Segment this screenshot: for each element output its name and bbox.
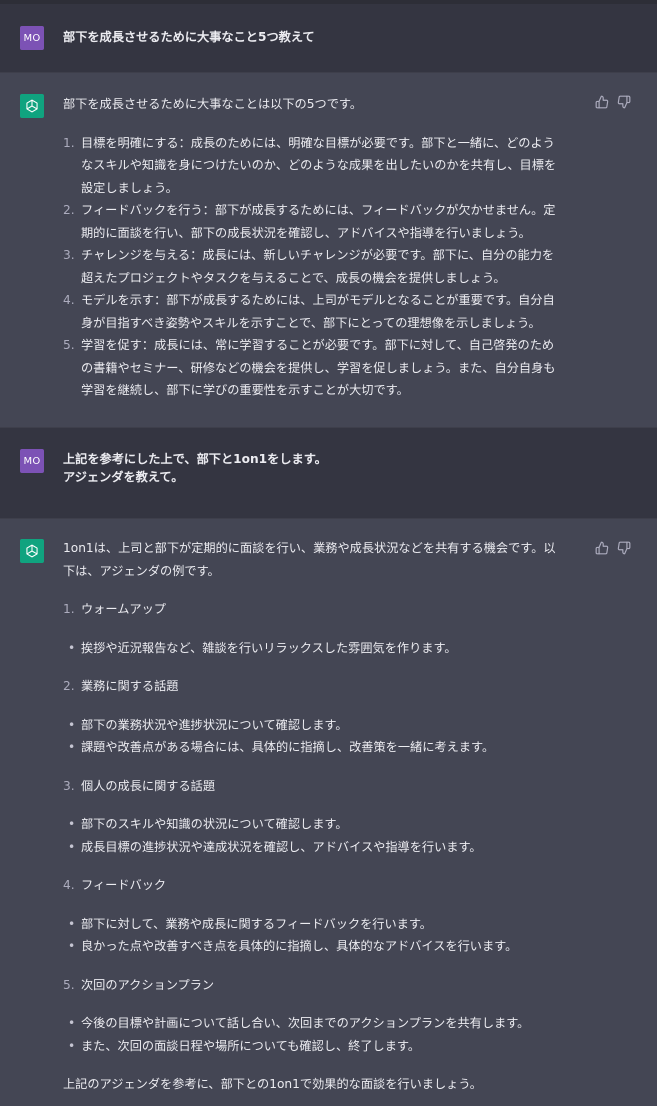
assistant-intro: 部下を成長させるために大事なことは以下の5つです。: [63, 97, 363, 111]
bullet-dot: •: [68, 740, 76, 754]
bullet-text: 良かった点や改善すべき点を具体的に指摘し、具体的なアドバイスを行います。: [81, 939, 518, 953]
bullet-item: • また、次回の面談日程や場所についても確認し、終了します。: [63, 1035, 581, 1058]
bullet-item: • 部下に対して、業務や成長に関するフィードバックを行います。: [63, 913, 581, 936]
list-line: 学習を継続し、部下に学びの重要性を示すことが大切です。: [81, 383, 409, 397]
list-line: チャレンジを与える：成長には、新しいチャレンジが必要です。部下に、自分の能力を: [81, 248, 555, 262]
bullet-text: 今後の目標や計画について話し合い、次回までのアクションプランを共有します。: [81, 1016, 530, 1030]
thumbs-up-icon[interactable]: [595, 95, 609, 109]
user-avatar-initials: MO: [23, 455, 41, 467]
openai-logo-icon: [26, 99, 38, 113]
agenda-section: 5. 次回のアクションプラン • 今後の目標や計画について話し合い、次回までのアク…: [63, 974, 581, 1058]
list-number: 3.: [63, 248, 75, 262]
bullet-item: • 今後の目標や計画について話し合い、次回までのアクションプランを共有します。: [63, 1012, 581, 1035]
section-title-text: 業務に関する話題: [81, 679, 179, 693]
assistant-avatar: [20, 94, 44, 118]
list-line: 期的に面談を行い、部下の成長状況を確認し、アドバイスや指導を行いましょう。: [81, 225, 531, 240]
assistant-intro-line: 1on1は、上司と部下が定期的に面談を行い、業務や成長状況などを共有する機会です…: [63, 541, 556, 555]
feedback-actions: [595, 95, 631, 109]
bullet-dot: •: [68, 1016, 76, 1030]
user-avatar-initials: MO: [23, 32, 41, 44]
user-message-line: アジェンダを教えて。: [63, 470, 184, 484]
user-avatar: MO: [20, 26, 44, 50]
list-item: 5. 学習を促す：成長には、常に学習することが必要です。部下に対して、自己啓発の…: [63, 334, 581, 402]
agenda-section-title: 1. ウォームアップ: [63, 598, 581, 621]
list-item: 4. モデルを示す：部下が成長するためには、上司がモデルとなることが重要です。自…: [63, 289, 581, 334]
assistant-message-2: 1on1は、上司と部下が定期的に面談を行い、業務や成長状況などを共有する機会です…: [0, 518, 657, 1106]
section-title-text: ウォームアップ: [81, 602, 166, 616]
list-number: 4.: [63, 293, 75, 307]
thumbs-down-icon[interactable]: [617, 95, 631, 109]
bullet-item: • 部下のスキルや知識の状況について確認します。: [63, 813, 581, 836]
agenda-section: 2. 業務に関する話題 • 部下の業務状況や進捗状況について確認します。 • 課題や…: [63, 675, 581, 759]
bullet-text: 成長目標の進捗状況や達成状況を確認し、アドバイスや指導を行います。: [81, 839, 482, 854]
list-number: 1.: [63, 602, 75, 616]
bullet-item: • 部下の業務状況や進捗状況について確認します。: [63, 714, 581, 737]
thumbs-up-icon[interactable]: [595, 541, 609, 555]
bullet-text: 課題や改善点がある場合には、具体的に指摘し、改善策を一緒に考えます。: [81, 740, 495, 754]
assistant-closing: 上記のアジェンダを参考に、部下との1on1で効果的な面談を行いましょう。: [63, 1077, 482, 1091]
section-title-text: 個人の成長に関する話題: [81, 778, 216, 793]
bullet-text: 挨拶や近況報告など、雑談を行いリラックスした雰囲気を作ります。: [81, 640, 457, 655]
list-number: 3.: [63, 778, 75, 793]
bullet-text: 部下に対して、業務や成長に関するフィードバックを行います。: [81, 916, 432, 931]
numbered-list: 1. 目標を明確にする：成長のためには、明確な目標が必要です。部下と一緒に、どの…: [63, 132, 581, 402]
list-number: 4.: [63, 878, 75, 892]
agenda-section-title: 3. 個人の成長に関する話題: [63, 775, 581, 798]
agenda-section: 3. 個人の成長に関する話題 • 部下のスキルや知識の状況について確認します。 •…: [63, 775, 581, 859]
list-line: の書籍やセミナー、研修などの機会を提供し、学習を促しましょう。また、自分自身も: [81, 360, 556, 375]
agenda-section-title: 2. 業務に関する話題: [63, 675, 581, 698]
thumbs-down-icon[interactable]: [617, 541, 631, 555]
agenda-section: 1. ウォームアップ • 挨拶や近況報告など、雑談を行いリラックスした雰囲気を作り…: [63, 598, 581, 659]
user-message-2: MO 上記を参考にした上で、部下と1on1をします。 アジェンダを教えて。: [0, 428, 657, 518]
assistant-avatar: [20, 539, 44, 563]
list-number: 2.: [63, 203, 75, 217]
user-message-1: MO 部下を成長させるために大事なこと5つ教えて: [0, 4, 657, 72]
user-message-line: 上記を参考にした上で、部下と1on1をします。: [63, 452, 327, 466]
list-line: 目標を明確にする：成長のためには、明確な目標が必要です。部下と一緒に、どのよう: [81, 135, 555, 150]
bullet-dot: •: [68, 939, 76, 953]
agenda-section-title: 5. 次回のアクションプラン: [63, 974, 581, 997]
section-title-text: 次回のアクションプラン: [81, 977, 215, 992]
bullet-dot: •: [68, 817, 76, 831]
list-number: 5.: [63, 977, 75, 992]
bullet-item: • 課題や改善点がある場合には、具体的に指摘し、改善策を一緒に考えます。: [63, 736, 581, 759]
bullet-item: • 良かった点や改善すべき点を具体的に指摘し、具体的なアドバイスを行います。: [63, 935, 581, 958]
bullet-text: 部下のスキルや知識の状況について確認します。: [81, 817, 348, 831]
list-line: 身が目指すべき姿勢やスキルを示すことで、部下にとっての理想像を示しましょう。: [81, 315, 541, 330]
bullet-text: また、次回の面談日程や場所についても確認し、終了します。: [81, 1038, 421, 1053]
openai-logo-icon: [26, 544, 38, 558]
user-avatar: MO: [20, 449, 44, 473]
list-item: 2. フィードバックを行う：部下が成長するためには、フィードバックが欠かせません…: [63, 199, 581, 244]
list-line: モデルを示す：部下が成長するためには、上司がモデルとなることが重要です。自分自: [81, 293, 555, 307]
section-title-text: フィードバック: [81, 878, 167, 892]
bullet-item: • 成長目標の進捗状況や達成状況を確認し、アドバイスや指導を行います。: [63, 836, 581, 859]
bullet-dot: •: [68, 717, 76, 732]
agenda-section: 4. フィードバック • 部下に対して、業務や成長に関するフィードバックを行います…: [63, 874, 581, 958]
bullet-text: 部下の業務状況や進捗状況について確認します。: [81, 717, 348, 732]
list-line: 設定しましょう。: [81, 180, 178, 195]
agenda-section-title: 4. フィードバック: [63, 874, 581, 897]
list-line: 超えたプロジェクトやタスクを与えることで、成長の機会を提供しましょう。: [81, 270, 506, 285]
list-item: 3. チャレンジを与える：成長には、新しいチャレンジが必要です。部下に、自分の能…: [63, 244, 581, 289]
bullet-dot: •: [68, 916, 76, 931]
bullet-item: • 挨拶や近況報告など、雑談を行いリラックスした雰囲気を作ります。: [63, 637, 581, 660]
list-line: なスキルや知識を身につけたいのか、どのような成果を出したいのかを共有し、目標を: [81, 158, 557, 172]
assistant-message-1: 部下を成長させるために大事なことは以下の5つです。 1. 目標を明確にする：成長…: [0, 72, 657, 428]
user-message-text: 部下を成長させるために大事なこと5つ教えて: [63, 30, 315, 44]
list-line: 学習を促す：成長には、常に学習することが必要です。部下に対して、自己啓発のため: [81, 338, 555, 352]
list-number: 1.: [63, 135, 75, 150]
list-line: フィードバックを行う：部下が成長するためには、フィードバックが欠かせません。定: [81, 203, 556, 217]
bullet-dot: •: [68, 839, 76, 854]
feedback-actions: [595, 541, 631, 555]
bullet-dot: •: [68, 640, 76, 655]
list-number: 5.: [63, 338, 75, 352]
assistant-intro-line: 下は、アジェンダの例です。: [63, 563, 220, 578]
list-item: 1. 目標を明確にする：成長のためには、明確な目標が必要です。部下と一緒に、どの…: [63, 132, 581, 200]
list-number: 2.: [63, 679, 75, 693]
bullet-dot: •: [68, 1038, 76, 1053]
